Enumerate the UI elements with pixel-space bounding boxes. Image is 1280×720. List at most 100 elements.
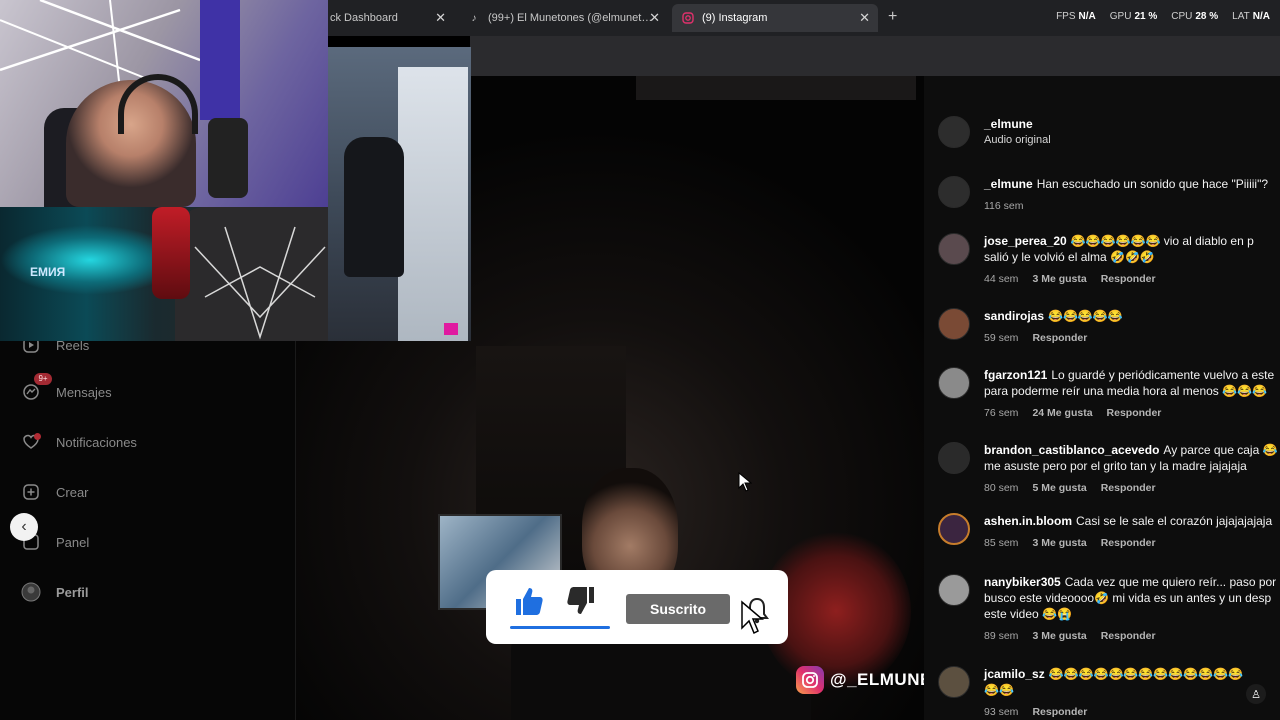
close-icon[interactable]: ✕: [859, 10, 870, 26]
reply-button[interactable]: Responder: [1032, 704, 1087, 720]
comment-text: 😂😂😂😂😂: [1048, 309, 1123, 323]
comment-text: este video 😂😭: [984, 607, 1072, 621]
comment-text: me asuste pero por el grito tan y la mad…: [984, 459, 1247, 473]
thumbs-up-icon[interactable]: [512, 584, 546, 623]
avatar[interactable]: [938, 308, 970, 340]
comment-user[interactable]: ashen.in.bloom: [984, 514, 1072, 528]
comment-text: 😂😂😂😂😂😂 vio al diablo en p: [1070, 234, 1254, 248]
comment-text: 😂😂: [984, 683, 1014, 697]
comment-user[interactable]: jcamilo_sz: [984, 667, 1045, 681]
instagram-logo-icon: [796, 666, 824, 694]
sidebar-item-notifications[interactable]: Notificaciones: [20, 431, 137, 453]
reply-button[interactable]: Responder: [1101, 535, 1156, 551]
new-tab-icon[interactable]: +: [888, 8, 897, 26]
notification-dot: [34, 433, 41, 440]
post-author[interactable]: _elmune: [984, 117, 1033, 131]
sidebar-item-label: Crear: [56, 484, 89, 500]
stat-latency: LAT N/A: [1232, 11, 1270, 22]
comment-likes[interactable]: 24 Me gusta: [1032, 405, 1092, 421]
notification-badge: 9+: [34, 373, 52, 385]
comment-time: 89 sem: [984, 630, 1019, 642]
performance-stats: FPS N/A GPU 21 % CPU 28 % LAT N/A: [1056, 11, 1270, 22]
tab-dashboard[interactable]: ck Dashboard ✕: [320, 4, 454, 32]
guest-logo: ЕМИЯ: [30, 265, 66, 279]
avatar[interactable]: [938, 176, 970, 208]
heart-icon: [20, 431, 42, 453]
comment-text: salió y le volvió el alma 🤣🤣🤣: [984, 250, 1155, 264]
comment-text: Han escuchado un sonido que hace "Piiiii…: [1036, 177, 1269, 191]
avatar[interactable]: [938, 367, 970, 399]
sidebar-item-label: Panel: [56, 534, 90, 550]
comment-user[interactable]: _elmune: [984, 177, 1033, 191]
reply-button[interactable]: Responder: [1101, 480, 1156, 496]
avatar[interactable]: [938, 233, 970, 265]
comment-likes[interactable]: 3 Me gusta: [1032, 271, 1086, 287]
subscribe-overlay: Suscrito: [486, 570, 788, 644]
comment-text: Ay parce que caja 😂 t: [1163, 443, 1280, 457]
reply-button[interactable]: Responder: [1107, 405, 1162, 421]
mouse-cursor-icon: [738, 471, 753, 497]
tab-label: (9) Instagram: [702, 12, 768, 24]
comment-text: Cada vez que me quiero reír... paso por: [1064, 575, 1277, 589]
comment-likes[interactable]: 3 Me gusta: [1032, 535, 1086, 551]
stat-cpu: CPU 28 %: [1171, 11, 1219, 22]
sidebar-item-label: Perfil: [56, 584, 89, 600]
thumbs-down-icon[interactable]: [564, 584, 598, 623]
webcam-streamer: [0, 0, 328, 207]
pink-object: [444, 323, 458, 335]
comment-likes[interactable]: 5 Me gusta: [1032, 480, 1086, 496]
comment-likes[interactable]: 3 Me gusta: [1032, 628, 1086, 644]
avatar[interactable]: [938, 574, 970, 606]
sidebar-item-messages[interactable]: 9+ Mensajes: [20, 373, 112, 403]
close-icon[interactable]: ✕: [435, 10, 446, 26]
curtain: [200, 0, 240, 120]
tab-label: ck Dashboard: [330, 12, 398, 24]
bookshelf: [398, 67, 468, 341]
close-icon[interactable]: ✕: [649, 10, 660, 26]
browser-toolbar: [470, 36, 1280, 76]
collapse-sidebar-button[interactable]: ‹: [10, 513, 38, 541]
comment-text: 😂😂😂😂😂😂😂😂😂😂😂😂😂: [1048, 667, 1243, 681]
reply-button[interactable]: Responder: [1101, 271, 1156, 287]
comment-text: Lo guardé y periódicamente vuelvo a este: [1051, 368, 1275, 382]
comment-user[interactable]: brandon_castiblanco_acevedo: [984, 443, 1159, 457]
sidebar-item-label: Notificaciones: [56, 434, 137, 450]
comment-user[interactable]: jose_perea_20: [984, 234, 1067, 248]
tab-instagram[interactable]: (9) Instagram ✕: [672, 4, 878, 32]
comment-user[interactable]: nanybiker305: [984, 575, 1061, 589]
sidebar-item-profile[interactable]: Perfil: [20, 581, 89, 603]
comment-user[interactable]: sandirojas: [984, 309, 1044, 323]
comment-time: 44 sem: [984, 273, 1019, 285]
subscribe-button[interactable]: Suscrito: [626, 594, 730, 624]
accessibility-icon[interactable]: ♙: [1246, 684, 1266, 704]
comment-time: 85 sem: [984, 537, 1019, 549]
comment-time: 93 sem: [984, 706, 1019, 718]
comment-text: para poderme reír una media hora al meno…: [984, 384, 1267, 398]
avatar-icon: [20, 581, 42, 603]
tiktok-icon: ♪: [471, 12, 477, 24]
audio-label[interactable]: Audio original: [984, 132, 1280, 148]
avatar[interactable]: [938, 666, 970, 698]
avatar[interactable]: [938, 442, 970, 474]
comment-text: Casi se le sale el corazón jajajajajaja: [1076, 514, 1273, 528]
comments-panel: _elmune Audio original _elmune Han escuch…: [924, 76, 1280, 720]
red-microphone: [152, 207, 190, 299]
plus-square-icon: [20, 481, 42, 503]
avatar[interactable]: [938, 513, 970, 545]
tab-tiktok[interactable]: ♪ (99+) El Munetones (@elmunet… ✕: [458, 4, 668, 32]
webcam-room: [328, 47, 471, 341]
reply-button[interactable]: Responder: [1032, 330, 1087, 346]
webcam-guest: ЕМИЯ: [0, 207, 345, 341]
avatar[interactable]: [938, 116, 970, 148]
video-top-strip: [636, 76, 916, 100]
microphone: [208, 118, 248, 198]
comment-text: busco este videoooo🤣 mi vida es un antes…: [984, 591, 1272, 605]
comment-user[interactable]: fgarzon121: [984, 368, 1047, 382]
instagram-watermark: @_ELMUNE: [796, 666, 932, 694]
chevron-left-icon: ‹: [21, 518, 27, 535]
sidebar-item-create[interactable]: Crear: [20, 481, 89, 503]
watermark-handle: @_ELMUNE: [830, 670, 932, 689]
sidebar-item-label: Mensajes: [56, 384, 112, 400]
reply-button[interactable]: Responder: [1101, 628, 1156, 644]
comment-time: 116 sem: [984, 200, 1024, 212]
